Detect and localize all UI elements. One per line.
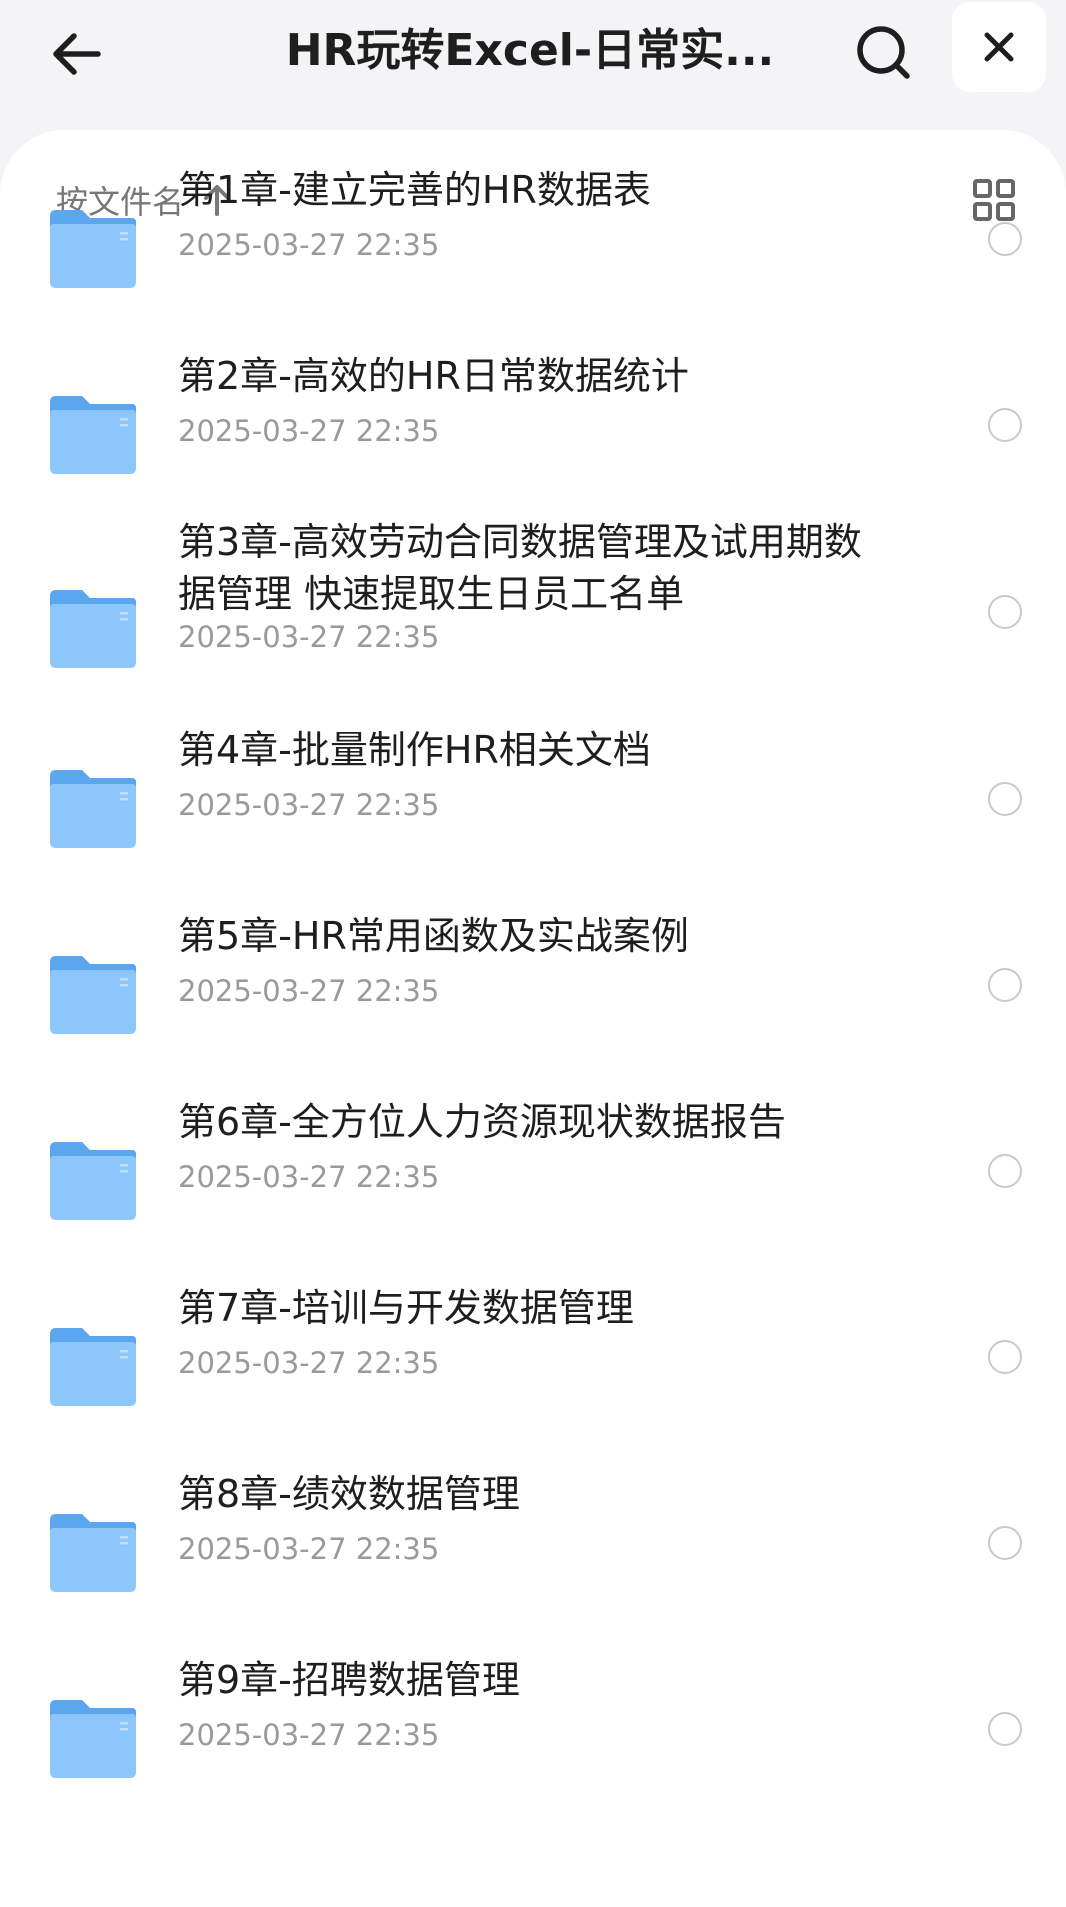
select-checkbox[interactable] xyxy=(988,222,1022,256)
folder-icon xyxy=(46,392,140,478)
file-name: 第3章-高效劳动合同数据管理及试用期数据管理 快速提取生日员工名单 xyxy=(178,520,862,616)
folder-icon xyxy=(46,1138,140,1224)
file-date: 2025-03-27 22:35 xyxy=(178,228,440,262)
file-date: 2025-03-27 22:35 xyxy=(178,414,440,448)
page-title: HR玩转Excel-日常实... xyxy=(285,25,775,76)
file-name: 第1章-建立完善的HR数据表 xyxy=(178,168,651,212)
file-row[interactable]: 第5章-HR常用函数及实战案例 2025-03-27 22:35 xyxy=(0,876,1066,1056)
file-date: 2025-03-27 22:35 xyxy=(178,1346,440,1380)
search-icon xyxy=(857,26,910,79)
file-row[interactable]: 第9章-招聘数据管理 2025-03-27 22:35 xyxy=(0,1620,1066,1800)
file-row[interactable]: 第6章-全方位人力资源现状数据报告 2025-03-27 22:35 xyxy=(0,1062,1066,1242)
file-row[interactable]: 第2章-高效的HR日常数据统计 2025-03-27 22:35 xyxy=(0,316,1066,496)
arrow-left-icon xyxy=(53,33,101,75)
folder-icon xyxy=(46,1324,140,1410)
file-name: 第5章-HR常用函数及实战案例 xyxy=(178,914,689,958)
select-checkbox[interactable] xyxy=(988,1340,1022,1374)
close-button[interactable] xyxy=(952,2,1046,92)
select-checkbox[interactable] xyxy=(988,782,1022,816)
close-icon xyxy=(984,32,1014,62)
file-name: 第9章-招聘数据管理 xyxy=(178,1658,520,1702)
file-date: 2025-03-27 22:35 xyxy=(178,1532,440,1566)
file-date: 2025-03-27 22:35 xyxy=(178,974,440,1008)
folder-icon xyxy=(46,1696,140,1782)
file-row[interactable]: 第1章-建立完善的HR数据表 2025-03-27 22:35 xyxy=(0,130,1066,310)
select-checkbox[interactable] xyxy=(988,968,1022,1002)
select-checkbox[interactable] xyxy=(988,595,1022,629)
select-checkbox[interactable] xyxy=(988,1526,1022,1560)
file-row[interactable]: 第8章-绩效数据管理 2025-03-27 22:35 xyxy=(0,1434,1066,1614)
file-date: 2025-03-27 22:35 xyxy=(178,1718,440,1752)
file-date: 2025-03-27 22:35 xyxy=(178,788,440,822)
file-date: 2025-03-27 22:35 xyxy=(178,1160,440,1194)
select-checkbox[interactable] xyxy=(988,408,1022,442)
file-name: 第8章-绩效数据管理 xyxy=(178,1472,520,1516)
folder-icon xyxy=(46,206,140,292)
folder-icon xyxy=(46,1510,140,1596)
file-row[interactable]: 第7章-培训与开发数据管理 2025-03-27 22:35 xyxy=(0,1248,1066,1428)
file-row[interactable]: 第3章-高效劳动合同数据管理及试用期数据管理 快速提取生日员工名单 2025-03… xyxy=(0,490,1066,700)
back-button[interactable] xyxy=(40,18,112,90)
select-checkbox[interactable] xyxy=(988,1154,1022,1188)
file-name: 第2章-高效的HR日常数据统计 xyxy=(178,354,689,398)
file-browser-sheet: 按文件名 第1章-建立完善的HR数据表 2025-03-27 22:35 第2章-高… xyxy=(0,130,1066,1907)
file-name: 第7章-培训与开发数据管理 xyxy=(178,1286,634,1330)
folder-icon xyxy=(46,952,140,1038)
file-name: 第6章-全方位人力资源现状数据报告 xyxy=(178,1100,786,1144)
search-button[interactable] xyxy=(845,14,921,90)
top-bar: HR玩转Excel-日常实... xyxy=(0,0,1066,130)
file-date: 2025-03-27 22:35 xyxy=(178,620,440,654)
folder-icon xyxy=(46,586,140,672)
file-name: 第4章-批量制作HR相关文档 xyxy=(178,728,651,772)
folder-icon xyxy=(46,766,140,852)
select-checkbox[interactable] xyxy=(988,1712,1022,1746)
file-row[interactable]: 第4章-批量制作HR相关文档 2025-03-27 22:35 xyxy=(0,690,1066,870)
